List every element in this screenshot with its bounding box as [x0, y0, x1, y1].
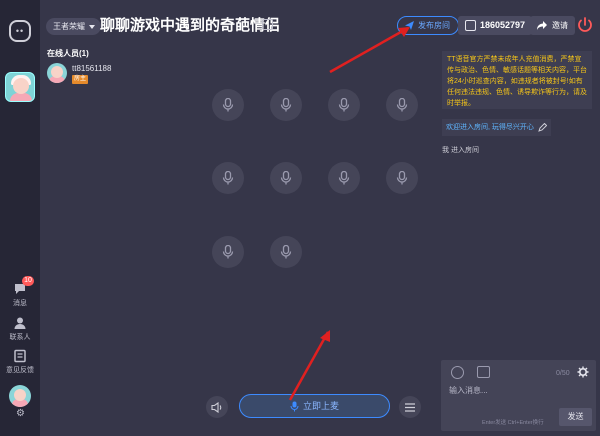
- member-avatar: [47, 63, 67, 83]
- speaker-icon: [211, 401, 222, 413]
- current-room-avatar[interactable]: [5, 72, 35, 102]
- welcome-text: 欢迎进入房间, 玩得尽兴开心: [446, 124, 534, 131]
- emoji-icon[interactable]: [451, 366, 464, 379]
- mic-seat-5[interactable]: [212, 162, 244, 194]
- sidebar-item-label: 联系人: [9, 334, 31, 341]
- menu-icon: [405, 402, 415, 412]
- owner-badge: 房主: [72, 75, 89, 84]
- person-icon: [14, 317, 26, 329]
- mic-seat-9[interactable]: [212, 236, 244, 268]
- invite-label: 邀请: [552, 21, 568, 30]
- app-logo-icon: ••: [9, 20, 31, 42]
- image-icon[interactable]: [477, 366, 490, 378]
- room-id-box[interactable]: 186052797: [458, 16, 533, 35]
- send-button[interactable]: 发送: [559, 408, 592, 426]
- mic-seat-8[interactable]: [386, 162, 418, 194]
- sidebar-item-feedback[interactable]: 意见反馈: [0, 349, 40, 375]
- invite-button[interactable]: 邀请: [530, 16, 575, 35]
- member-item[interactable]: tt81561188 房主: [47, 63, 187, 87]
- publish-room-label: 发布房间: [418, 21, 450, 30]
- microphone-icon: [280, 245, 292, 259]
- id-card-icon: [465, 20, 476, 31]
- microphone-icon: [338, 98, 350, 112]
- room-id: 186052797: [480, 20, 526, 30]
- room-header: 王者荣耀 聊聊游戏中遇到的奇葩情侣 发布房间 186052797 邀请: [40, 10, 600, 40]
- microphone-icon: [222, 245, 234, 259]
- sidebar: •• 消息 10 联系人 意见反馈 ⚙: [0, 0, 40, 436]
- sidebar-item-messages[interactable]: 消息: [0, 282, 40, 308]
- char-count: 0/50: [556, 370, 570, 377]
- microphone-icon: [290, 401, 299, 412]
- sidebar-item-label: 意见反馈: [6, 367, 34, 374]
- sidebar-item-label: 消息: [13, 300, 27, 307]
- mic-seat-3[interactable]: [328, 89, 360, 121]
- send-hint: Enter发送 Ctrl+Enter换行: [482, 420, 544, 426]
- room-title: 聊聊游戏中遇到的奇葩情侣: [100, 17, 281, 34]
- welcome-message: 欢迎进入房间, 玩得尽兴开心: [442, 119, 551, 136]
- game-tag-dropdown[interactable]: 王者荣耀: [46, 18, 101, 35]
- speaker-toggle-button[interactable]: [206, 396, 228, 418]
- microphone-icon: [396, 98, 408, 112]
- system-message: 我 进入房间: [442, 147, 479, 154]
- mic-seat-4[interactable]: [386, 89, 418, 121]
- join-mic-button[interactable]: 立即上麦: [239, 394, 390, 418]
- share-arrow-icon: [537, 21, 547, 30]
- microphone-icon: [338, 171, 350, 185]
- pencil-icon[interactable]: [538, 123, 547, 132]
- publish-room-button[interactable]: 发布房间: [397, 16, 459, 35]
- paper-plane-icon: [405, 21, 414, 30]
- microphone-icon: [280, 171, 292, 185]
- feedback-icon: [14, 349, 26, 363]
- microphone-icon: [280, 98, 292, 112]
- official-notice: TT语音官方严禁未成年人充值消费，严禁宣传与政治、色情、敏感话题等相关内容，平台…: [442, 51, 592, 109]
- join-mic-label: 立即上麦: [302, 401, 339, 411]
- mic-seat-10[interactable]: [270, 236, 302, 268]
- mic-seat-2[interactable]: [270, 89, 302, 121]
- microphone-icon: [222, 98, 234, 112]
- mic-seat-7[interactable]: [328, 162, 360, 194]
- microphone-icon: [222, 171, 234, 185]
- mic-seat-6[interactable]: [270, 162, 302, 194]
- edit-icon[interactable]: [262, 19, 273, 30]
- gear-icon[interactable]: [577, 366, 589, 378]
- microphone-icon: [396, 171, 408, 185]
- chat-message-input[interactable]: [449, 384, 579, 396]
- user-avatar[interactable]: [9, 385, 31, 407]
- more-menu-button[interactable]: [399, 396, 421, 418]
- member-name: tt81561188: [72, 64, 112, 73]
- sidebar-item-contacts[interactable]: 联系人: [0, 316, 40, 342]
- online-members-title: 在线人员(1): [47, 49, 89, 58]
- settings-gear-icon[interactable]: ⚙: [16, 409, 26, 419]
- chat-composer: 0/50 Enter发送 Ctrl+Enter换行 发送: [441, 360, 596, 431]
- power-icon[interactable]: [575, 15, 595, 35]
- mic-seat-1[interactable]: [212, 89, 244, 121]
- messages-badge: 10: [22, 276, 34, 286]
